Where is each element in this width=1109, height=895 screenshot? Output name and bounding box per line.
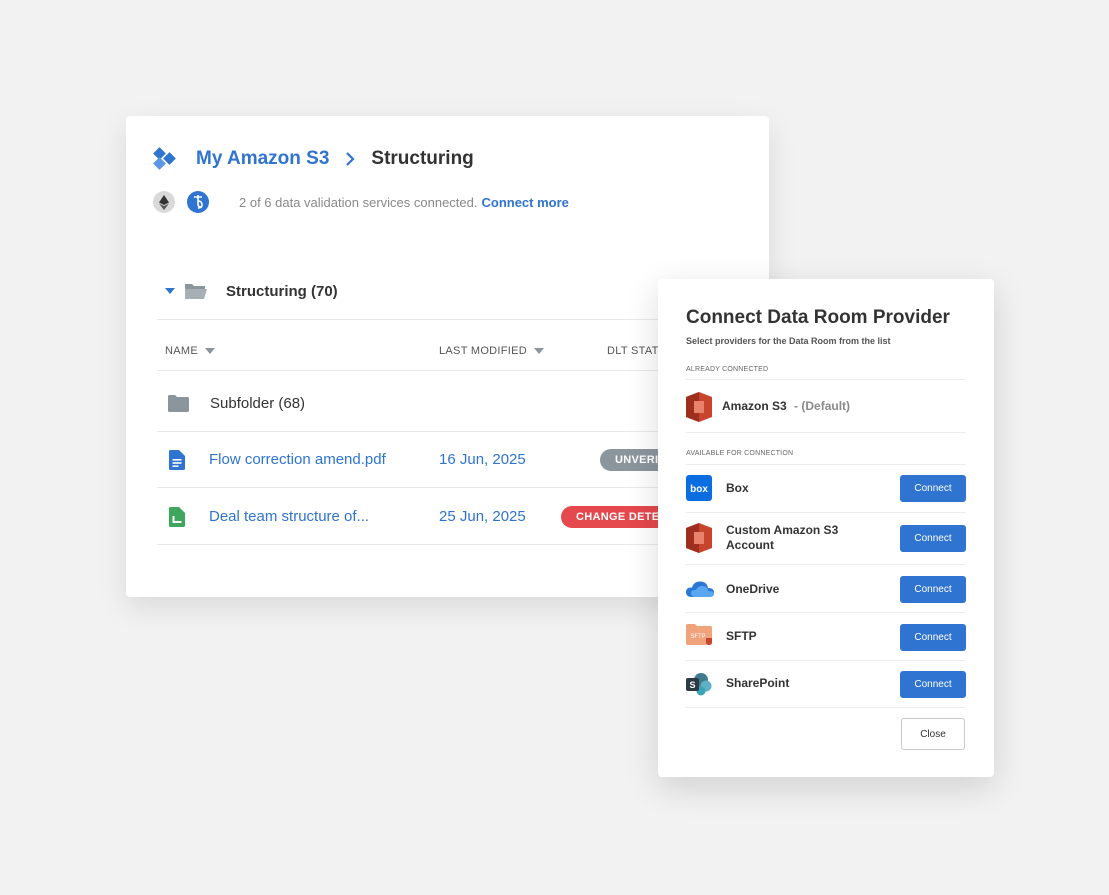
svg-text:S: S [689,680,695,690]
divider [686,379,966,380]
connected-provider: Amazon S3 - (Default) [722,399,850,414]
amazon-s3-icon [686,392,712,422]
table-row-name-link[interactable]: Deal team structure of... [209,508,369,525]
tezos-icon [187,191,209,213]
sftp-icon: SFTP [686,624,712,645]
connect-provider-modal: Connect Data Room Provider Select provid… [658,279,994,777]
provider-name: SharePoint [726,676,790,690]
modal-subtitle: Select providers for the Data Room from … [686,336,891,346]
default-label: - (Default) [794,399,851,413]
breadcrumb-root-link[interactable]: My Amazon S3 [196,148,329,170]
close-button[interactable]: Close [901,718,965,750]
divider [686,660,966,661]
sort-caret-icon[interactable] [534,348,545,354]
provider-name: Custom Amazon S3 Account [726,523,839,552]
document-icon [169,450,185,470]
column-header-last-modified-label: LAST MODIFIED [439,345,528,357]
app-logo-icon [153,147,176,170]
box-icon: box [686,475,712,501]
table-row-modified: 25 Jun, 2025 [439,508,526,525]
table-row-name-link[interactable]: Flow correction amend.pdf [209,451,386,468]
connected-provider-name: Amazon S3 [722,399,787,413]
modal-title: Connect Data Room Provider [686,307,950,328]
chevron-right-icon [346,152,355,166]
divider [686,707,966,708]
validation-status-text: 2 of 6 data validation services connecte… [239,194,478,210]
sharepoint-icon: S [686,673,712,696]
folder-icon [168,395,189,412]
divider [686,564,966,565]
connect-onedrive-button[interactable]: Connect [900,576,966,603]
breadcrumb-current: Structuring [371,148,474,169]
column-header-last-modified[interactable]: LAST MODIFIED [439,345,545,357]
connect-box-button[interactable]: Connect [900,475,966,502]
already-connected-label: ALREADY CONNECTED [686,366,769,373]
divider [686,464,966,465]
folder-title: Structuring (70) [226,282,338,300]
provider-name: SFTP [726,629,757,643]
onedrive-icon [686,581,714,597]
sftp-icon-text: SFTP [690,634,705,640]
connect-more-link[interactable]: Connect more [481,195,568,210]
spreadsheet-icon [169,507,185,527]
table-row-modified: 16 Jun, 2025 [439,451,526,468]
divider [686,432,966,433]
folder-open-icon [185,284,207,299]
connect-sharepoint-button[interactable]: Connect [900,671,966,698]
caret-down-icon[interactable] [164,287,176,295]
box-icon-text: box [690,484,708,495]
connect-sftp-button[interactable]: Connect [900,624,966,651]
column-header-name[interactable]: NAME [165,345,215,357]
divider [686,512,966,513]
ethereum-icon [153,191,175,213]
provider-name: OneDrive [726,582,780,596]
table-row-name[interactable]: Subfolder (68) [210,395,305,412]
divider [686,612,966,613]
validation-status: 2 of 6 data validation services connecte… [153,191,569,213]
column-header-name-label: NAME [165,345,198,357]
available-label: AVAILABLE FOR CONNECTION [686,450,794,457]
amazon-s3-icon [686,523,712,553]
connect-custom-s3-button[interactable]: Connect [900,525,966,552]
breadcrumb: My Amazon S3 Structuring [152,146,474,172]
provider-name: Box [726,481,749,495]
sort-caret-icon[interactable] [204,348,215,354]
folder-header: Structuring (70) [164,282,338,300]
